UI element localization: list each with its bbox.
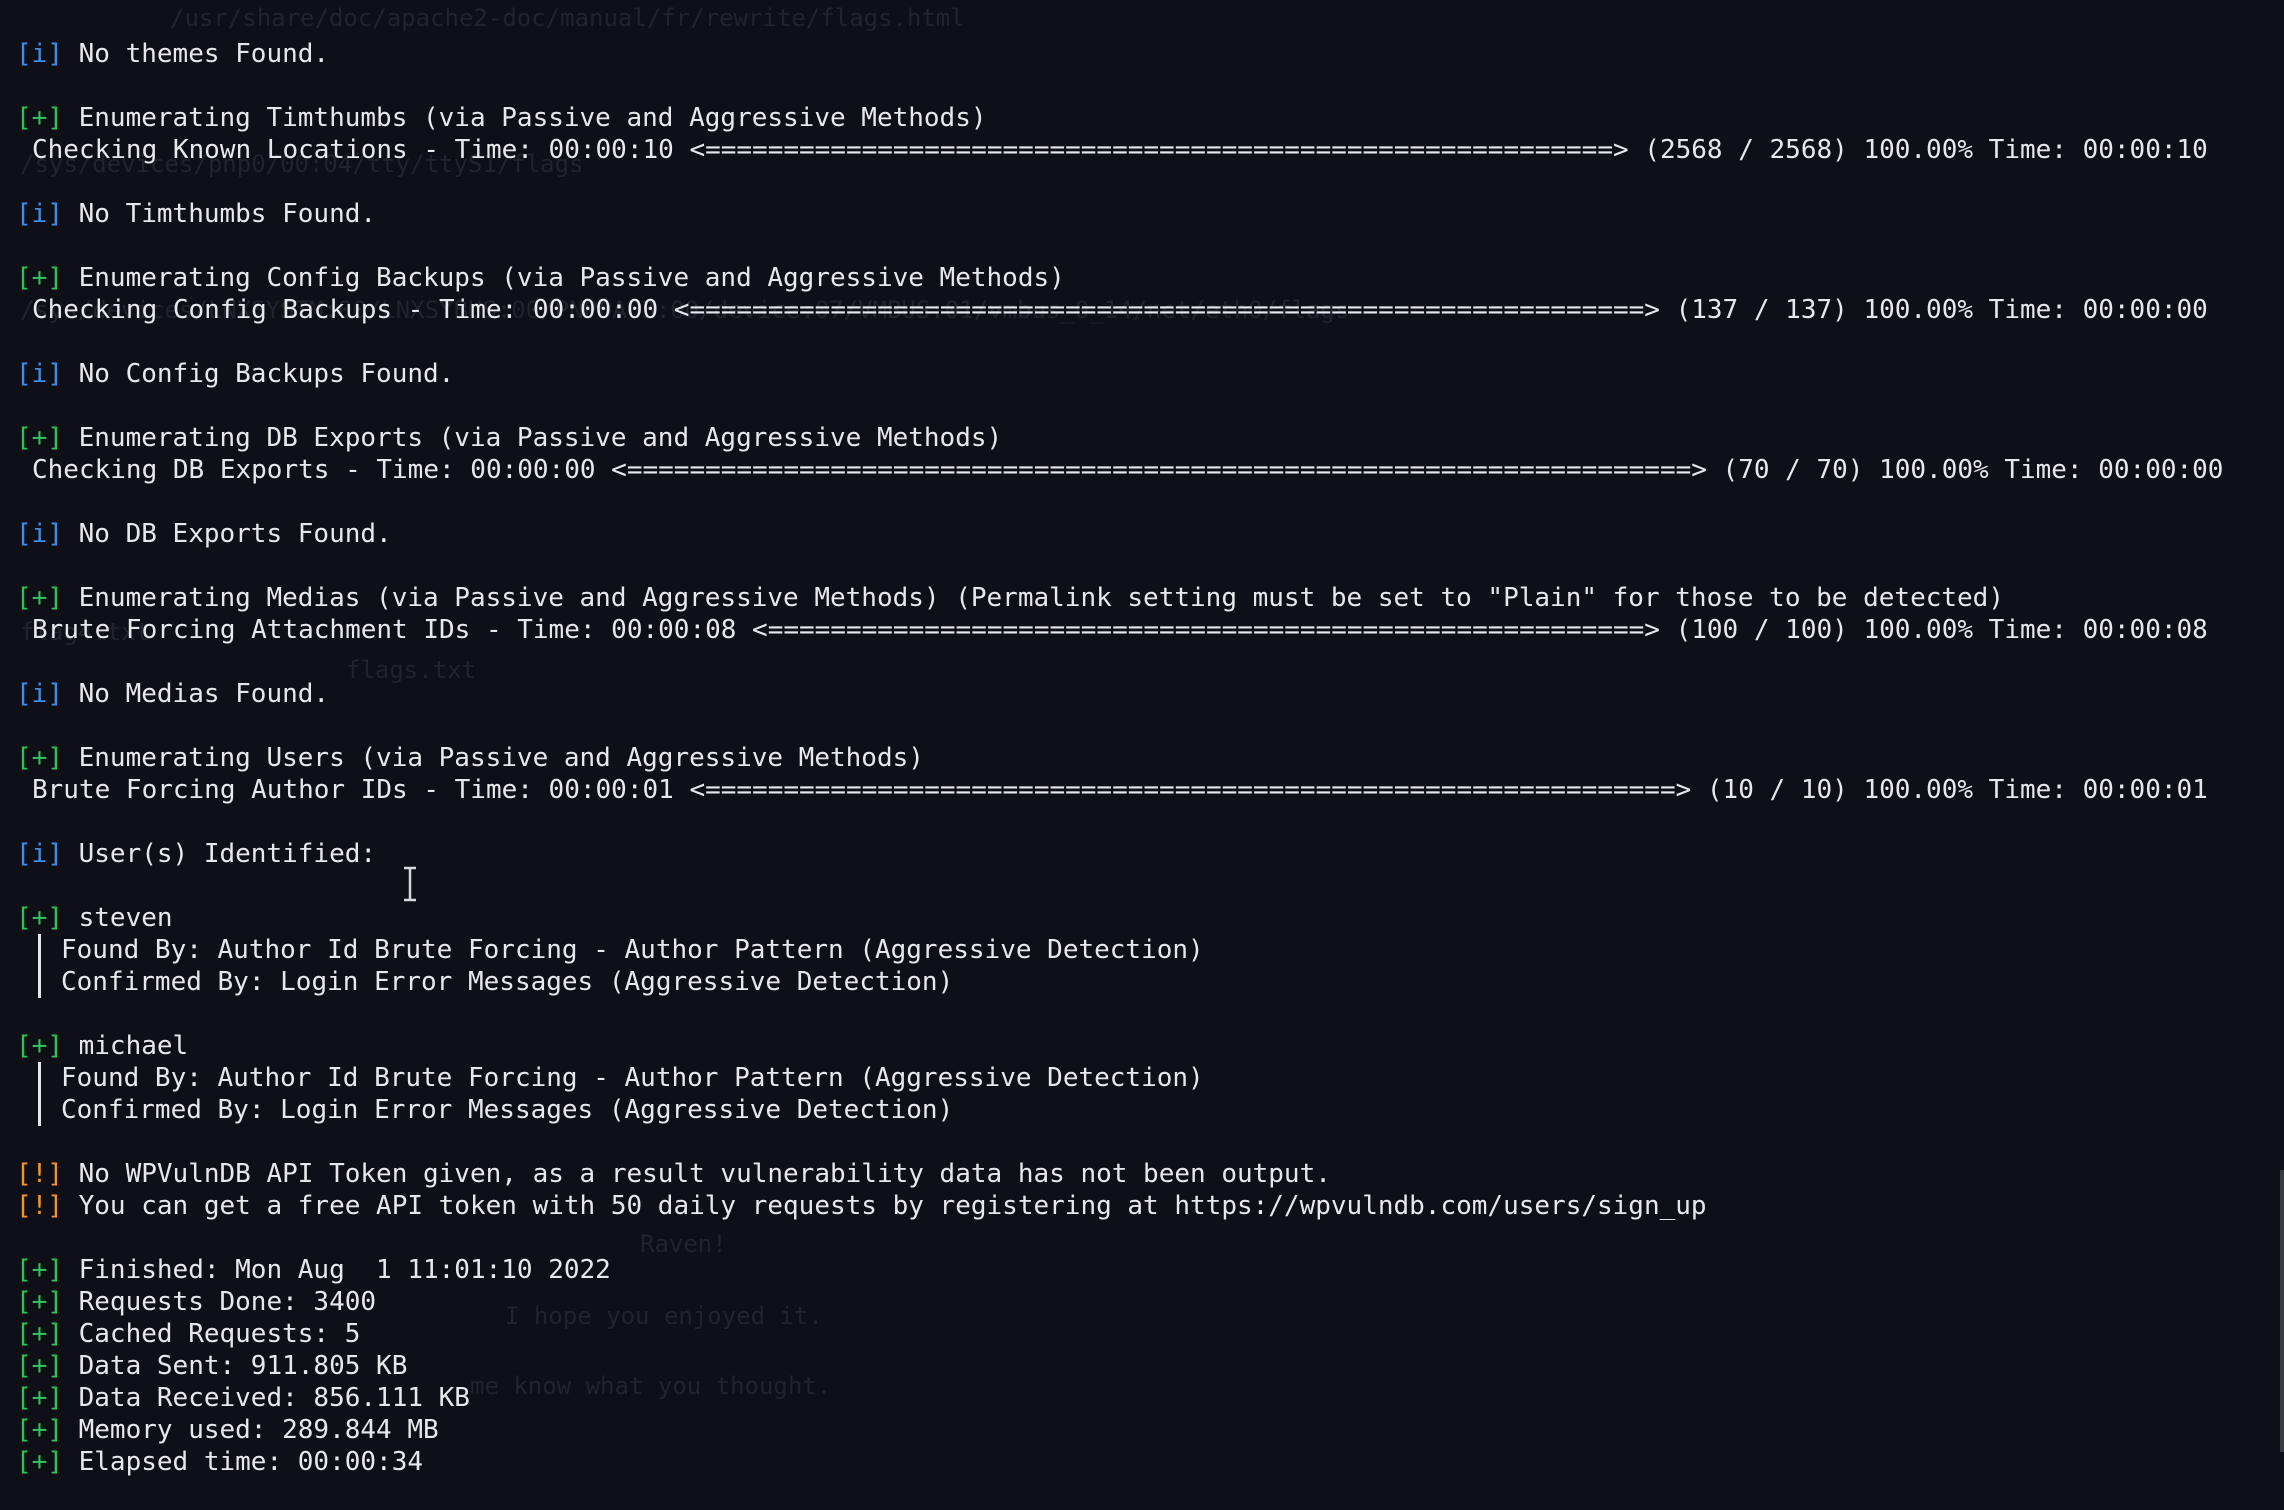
info-prefix: [i] bbox=[16, 199, 63, 229]
plus-prefix: [+] bbox=[16, 1031, 63, 1061]
output-line: [+] Enumerating Timthumbs (via Passive a… bbox=[16, 102, 2284, 134]
plus-prefix: [+] bbox=[16, 1319, 63, 1349]
plus-prefix: [+] bbox=[16, 1351, 63, 1381]
line-text: No DB Exports Found. bbox=[78, 519, 392, 549]
info-prefix: [i] bbox=[16, 679, 63, 709]
summary-line: [+] Cached Requests: 5 bbox=[16, 1318, 2284, 1350]
line-text: User(s) Identified: bbox=[78, 839, 377, 869]
line-text: Found By: Author Id Brute Forcing - Auth… bbox=[61, 1063, 1204, 1093]
output-line: [+] Enumerating Config Backups (via Pass… bbox=[16, 262, 2284, 294]
user-entry-steven: [+] steven bbox=[16, 902, 2284, 934]
scrollbar[interactable] bbox=[2280, 1170, 2284, 1452]
progress-line: Brute Forcing Attachment IDs - Time: 00:… bbox=[32, 615, 2208, 645]
output-line: [i] No themes Found. bbox=[16, 38, 2284, 70]
info-prefix: [i] bbox=[16, 839, 63, 869]
warn-prefix: [!] bbox=[16, 1191, 63, 1221]
line-text: Cached Requests: 5 bbox=[78, 1319, 361, 1349]
plus-prefix: [+] bbox=[16, 263, 63, 293]
output-line: [+] Enumerating Medias (via Passive and … bbox=[16, 582, 2284, 614]
line-text: Enumerating Config Backups (via Passive … bbox=[78, 263, 1065, 293]
plus-prefix: [+] bbox=[16, 103, 63, 133]
summary-line: [+] Memory used: 289.844 MB bbox=[16, 1414, 2284, 1446]
summary-line: [+] Finished: Mon Aug 1 11:01:10 2022 bbox=[16, 1254, 2284, 1286]
progress-line: Checking Known Locations - Time: 00:00:1… bbox=[32, 135, 2208, 165]
plus-prefix: [+] bbox=[16, 1255, 63, 1285]
summary-line: [+] Requests Done: 3400 bbox=[16, 1286, 2284, 1318]
progress-line: Checking DB Exports - Time: 00:00:00 <==… bbox=[32, 455, 2224, 485]
summary-line: [+] Data Received: 856.111 KB bbox=[16, 1382, 2284, 1414]
info-prefix: [i] bbox=[16, 39, 63, 69]
output-line: [i] No DB Exports Found. bbox=[16, 518, 2284, 550]
output-line: [i] No Medias Found. bbox=[16, 678, 2284, 710]
line-text: Confirmed By: Login Error Messages (Aggr… bbox=[61, 1095, 954, 1125]
line-text: Data Sent: 911.805 KB bbox=[78, 1351, 408, 1381]
text-cursor-icon bbox=[404, 866, 416, 902]
line-text: You can get a free API token with 50 dai… bbox=[78, 1191, 1707, 1221]
output-line: [i] User(s) Identified: bbox=[16, 838, 2284, 870]
output-line: [i] No Config Backups Found. bbox=[16, 358, 2284, 390]
plus-prefix: [+] bbox=[16, 743, 63, 773]
plus-prefix: [+] bbox=[16, 903, 63, 933]
user-detail-line: Found By: Author Id Brute Forcing - Auth… bbox=[16, 1062, 2284, 1094]
warning-line: [!] No WPVulnDB API Token given, as a re… bbox=[16, 1158, 2284, 1190]
warn-prefix: [!] bbox=[16, 1159, 63, 1189]
line-text: Enumerating DB Exports (via Passive and … bbox=[78, 423, 1003, 453]
summary-line: [+] Data Sent: 911.805 KB bbox=[16, 1350, 2284, 1382]
line-text: No Timthumbs Found. bbox=[78, 199, 377, 229]
plus-prefix: [+] bbox=[16, 1287, 63, 1317]
info-prefix: [i] bbox=[16, 519, 63, 549]
line-text: Memory used: 289.844 MB bbox=[78, 1415, 439, 1445]
user-detail-line: Confirmed By: Login Error Messages (Aggr… bbox=[16, 966, 2284, 998]
line-text: Requests Done: 3400 bbox=[78, 1287, 377, 1317]
tree-bar bbox=[38, 1094, 41, 1126]
line-text: Enumerating Users (via Passive and Aggre… bbox=[78, 743, 924, 773]
progress-line: Checking Config Backups - Time: 00:00:00… bbox=[32, 295, 2208, 325]
line-text: Confirmed By: Login Error Messages (Aggr… bbox=[61, 967, 954, 997]
line-text: No Medias Found. bbox=[78, 679, 330, 709]
plus-prefix: [+] bbox=[16, 1415, 63, 1445]
warning-line: [!] You can get a free API token with 50… bbox=[16, 1190, 2284, 1222]
plus-prefix: [+] bbox=[16, 583, 63, 613]
line-text: Enumerating Medias (via Passive and Aggr… bbox=[78, 583, 2004, 613]
plus-prefix: [+] bbox=[16, 1383, 63, 1413]
line-text: Enumerating Timthumbs (via Passive and A… bbox=[78, 103, 987, 133]
username: steven bbox=[78, 903, 173, 933]
tree-bar bbox=[38, 934, 41, 966]
tree-bar bbox=[38, 966, 41, 998]
terminal-output[interactable]: [i] No themes Found. [+] Enumerating Timt… bbox=[0, 0, 2284, 1477]
output-line: [+] Enumerating DB Exports (via Passive … bbox=[16, 422, 2284, 454]
line-text: Found By: Author Id Brute Forcing - Auth… bbox=[61, 935, 1204, 965]
line-text: No Config Backups Found. bbox=[78, 359, 455, 389]
progress-line: Brute Forcing Author IDs - Time: 00:00:0… bbox=[32, 775, 2208, 805]
summary-line: [+] Elapsed time: 00:00:34 bbox=[16, 1446, 2284, 1478]
user-detail-line: Found By: Author Id Brute Forcing - Auth… bbox=[16, 934, 2284, 966]
output-line: [+] Enumerating Users (via Passive and A… bbox=[16, 742, 2284, 774]
plus-prefix: [+] bbox=[16, 423, 63, 453]
username: michael bbox=[78, 1031, 189, 1061]
tree-bar bbox=[38, 1062, 41, 1094]
line-text: No WPVulnDB API Token given, as a result… bbox=[78, 1159, 1331, 1189]
info-prefix: [i] bbox=[16, 359, 63, 389]
line-text: Finished: Mon Aug 1 11:01:10 2022 bbox=[78, 1255, 611, 1285]
line-text: No themes Found. bbox=[78, 39, 330, 69]
output-line: [i] No Timthumbs Found. bbox=[16, 198, 2284, 230]
user-detail-line: Confirmed By: Login Error Messages (Aggr… bbox=[16, 1094, 2284, 1126]
line-text: Data Received: 856.111 KB bbox=[78, 1383, 470, 1413]
user-entry-michael: [+] michael bbox=[16, 1030, 2284, 1062]
